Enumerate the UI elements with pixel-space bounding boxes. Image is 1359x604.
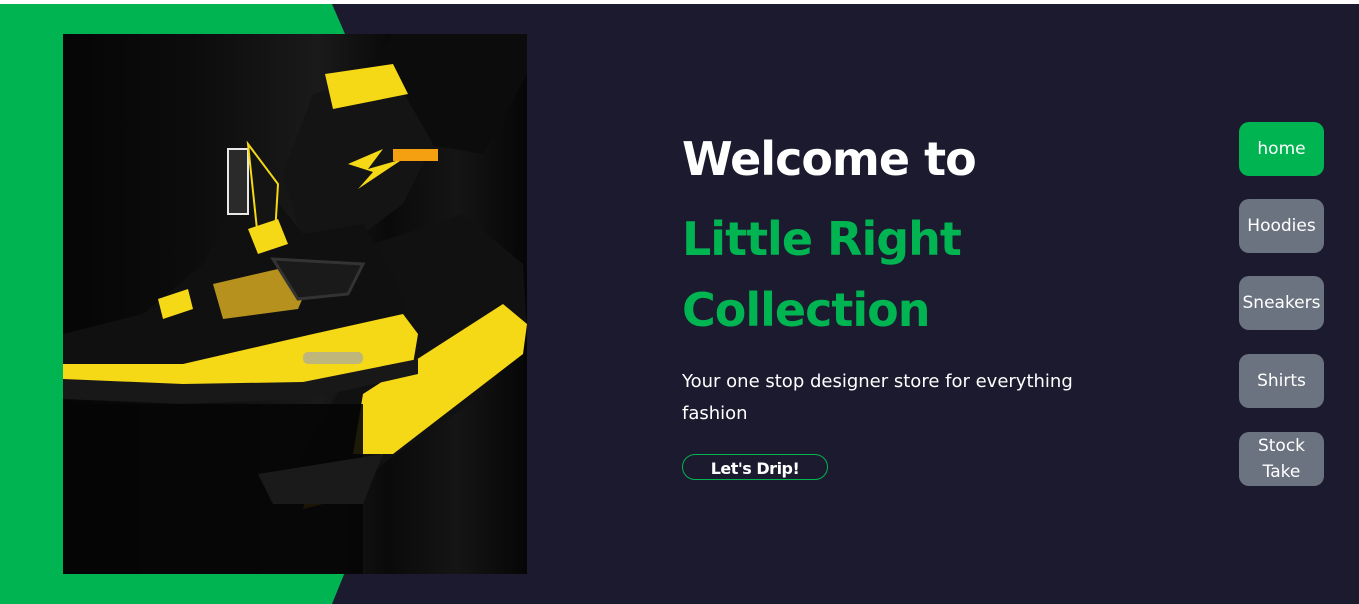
lets-drip-button[interactable]: Let's Drip!: [682, 454, 828, 480]
nav-stock-take-button[interactable]: Stock Take: [1239, 432, 1324, 486]
nav-sneakers-button[interactable]: Sneakers: [1239, 276, 1324, 330]
brand-title: Little Right Collection: [682, 212, 962, 337]
nav-home-button[interactable]: home: [1239, 122, 1324, 176]
landing-page: Welcome to Little Right Collection Your …: [0, 4, 1359, 604]
welcome-heading: Welcome to: [682, 132, 977, 186]
tagline-text: Your one stop designer store for everyth…: [682, 371, 1073, 424]
nav-shirts-button[interactable]: Shirts: [1239, 354, 1324, 408]
sneaker-photo: [63, 34, 527, 574]
sneaker-illustration: [63, 34, 527, 574]
nav-hoodies-button[interactable]: Hoodies: [1239, 199, 1324, 253]
